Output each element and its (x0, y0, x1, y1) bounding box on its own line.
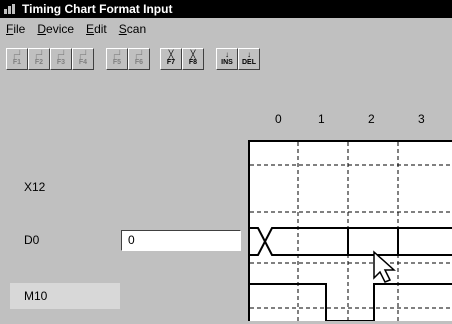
f4-label: F4 (78, 59, 88, 66)
signal-label-m10: M10 (10, 283, 120, 309)
ins-button[interactable]: ↓ INS (216, 48, 238, 70)
f1-glyph-icon: ┌┘ (11, 50, 23, 59)
f8-label: F8 (188, 59, 198, 66)
menu-bar: File Device Edit Scan (0, 18, 452, 40)
f1-label: F1 (12, 59, 22, 66)
f3-label: F3 (56, 59, 66, 66)
f8-button[interactable]: ╳ F8 (182, 48, 204, 70)
timing-chart-canvas (250, 142, 452, 322)
m10-wave (250, 283, 452, 322)
ruler-tick-1: 1 (318, 112, 325, 126)
ins-glyph-icon: ↓ (225, 50, 229, 59)
f7-label: F7 (166, 59, 176, 66)
pointer-cursor-icon (373, 250, 396, 283)
f6-button[interactable]: ┌┘ F6 (128, 48, 150, 70)
f3-button[interactable]: ┌┘ F3 (50, 48, 72, 70)
del-label: DEL (242, 59, 256, 66)
menu-file[interactable]: File (0, 22, 31, 36)
del-glyph-icon: ↓ (247, 50, 251, 59)
menu-device[interactable]: Device (31, 22, 80, 36)
ruler-tick-0: 0 (275, 112, 282, 126)
ruler-tick-3: 3 (418, 112, 425, 126)
f8-glyph-icon: ╳ (190, 50, 196, 59)
app-icon (4, 4, 18, 14)
d0-wave-high (250, 227, 452, 256)
f5-glyph-icon: ┌┘ (111, 50, 123, 59)
f3-glyph-icon: ┌┘ (55, 50, 67, 59)
menu-edit[interactable]: Edit (80, 22, 113, 36)
f4-button[interactable]: ┌┘ F4 (72, 48, 94, 70)
f6-label: F6 (134, 59, 144, 66)
ins-label: INS (221, 59, 233, 66)
f2-label: F2 (34, 59, 44, 66)
f5-label: F5 (112, 59, 122, 66)
menu-scan[interactable]: Scan (113, 22, 152, 36)
ruler-tick-2: 2 (368, 112, 375, 126)
del-button[interactable]: ↓ DEL (238, 48, 260, 70)
f2-button[interactable]: ┌┘ F2 (28, 48, 50, 70)
window-title: Timing Chart Format Input (22, 2, 173, 16)
d0-value-input[interactable]: 0 (121, 230, 241, 251)
d0-wave-low (250, 227, 452, 256)
f7-glyph-icon: ╳ (168, 50, 174, 59)
signal-label-d0: D0 (24, 233, 40, 247)
f1-button[interactable]: ┌┘ F1 (6, 48, 28, 70)
f6-glyph-icon: ┌┘ (133, 50, 145, 59)
f7-button[interactable]: ╳ F7 (160, 48, 182, 70)
f5-button[interactable]: ┌┘ F5 (106, 48, 128, 70)
f4-glyph-icon: ┌┘ (77, 50, 89, 59)
f2-glyph-icon: ┌┘ (33, 50, 45, 59)
timing-chart[interactable] (248, 140, 452, 322)
signal-label-x12: X12 (24, 180, 46, 194)
title-bar: Timing Chart Format Input (0, 0, 452, 18)
